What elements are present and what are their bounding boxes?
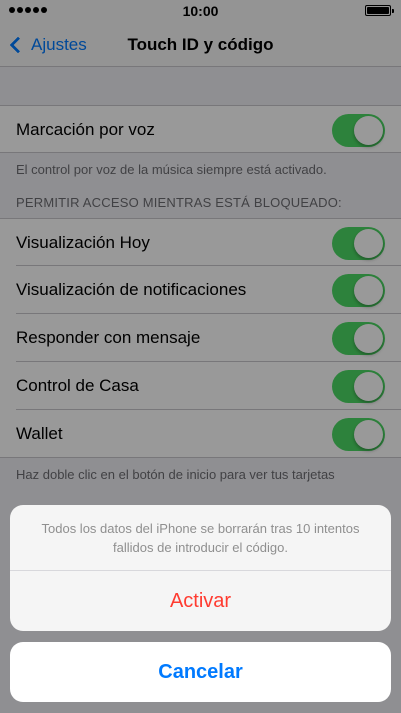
cancel-button[interactable]: Cancelar xyxy=(10,642,391,702)
settings-screen: 10:00 Touch ID y código Ajustes Marcació… xyxy=(0,0,401,713)
action-sheet-message: Todos los datos del iPhone se borrarán t… xyxy=(10,505,391,571)
activate-button[interactable]: Activar xyxy=(10,571,391,631)
action-sheet: Todos los datos del iPhone se borrarán t… xyxy=(10,505,391,631)
